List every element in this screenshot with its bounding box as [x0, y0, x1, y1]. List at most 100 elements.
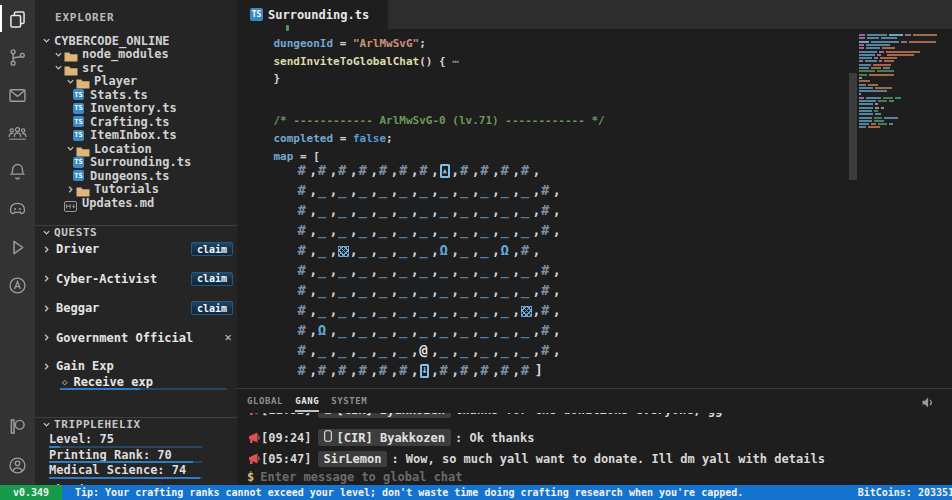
subquest-receive-exp[interactable]: ◇ Receive exp	[62, 375, 153, 389]
scrollbar-slider[interactable]	[849, 73, 857, 180]
activity-people-icon[interactable]	[0, 115, 35, 151]
claim-button[interactable]: claim	[191, 272, 233, 286]
tab-surrounding[interactable]: TS Surrounding.ts	[237, 0, 388, 29]
activity-mail-icon[interactable]	[0, 77, 35, 113]
sender-badge[interactable]: [CIR] Byakkozen	[318, 413, 451, 418]
activity-files-icon[interactable]	[0, 1, 35, 37]
chat-input[interactable]: $ Enter message to global chat	[247, 470, 463, 484]
quest-gain-exp[interactable]: Gain Exp	[35, 358, 237, 374]
version-badge[interactable]: v0.349	[0, 485, 62, 500]
minimap-segment	[878, 123, 887, 125]
map-door-up[interactable]: ▲	[440, 164, 450, 178]
tree-item-dungeons-ts[interactable]: TSDungeons.ts	[35, 169, 169, 183]
map-separator: ,	[532, 221, 540, 241]
chat-tab-gang[interactable]: GANG	[295, 396, 319, 412]
activity-play-icon[interactable]	[0, 229, 35, 265]
map-floor: _	[480, 321, 488, 341]
tree-item-tutorials[interactable]: Tutorials	[35, 183, 159, 197]
map-floor: _	[399, 341, 407, 361]
map-separator: ,	[492, 241, 500, 261]
claim-button[interactable]: claim	[191, 301, 233, 315]
claim-button[interactable]: claim	[191, 242, 233, 256]
map-wall: #	[298, 341, 306, 361]
map-floor: _	[480, 181, 488, 201]
stat-row: Level: 75	[49, 432, 114, 446]
bitcoins-counter: BitCoins: 203351	[858, 485, 952, 500]
map-cell: _,	[521, 281, 541, 301]
tree-item-node-modules[interactable]: node_modules	[35, 48, 169, 62]
activity-bell-icon[interactable]	[0, 153, 35, 189]
map-separator: ,	[431, 301, 439, 321]
map-cell: #,	[399, 161, 419, 181]
activity-appstore-icon[interactable]	[0, 267, 35, 303]
map-separator: ,	[329, 281, 337, 301]
quest-beggar[interactable]: Beggar claim	[35, 300, 237, 316]
map-floor: _	[480, 301, 488, 321]
map-cell: #,	[541, 181, 561, 201]
map-floor: _	[460, 261, 468, 281]
map-cell: #,	[541, 301, 561, 321]
tree-item-crafting-ts[interactable]: TSCrafting.ts	[35, 115, 169, 129]
map-row: #,_,_,_,_,_,@,_,_,_,_,_,#,	[298, 341, 562, 361]
code-token: "ArlMwSvG"	[353, 37, 419, 50]
activity-share-graph-icon[interactable]	[0, 39, 35, 75]
map-door-down[interactable]: ↓	[420, 364, 430, 378]
map-chest[interactable]	[338, 246, 349, 257]
tree-item-src[interactable]: src	[35, 61, 104, 75]
tree-item-player[interactable]: Player	[35, 75, 137, 89]
chat-tab-system[interactable]: SYSTEM	[331, 396, 367, 412]
code-token: completed	[274, 132, 334, 145]
sender-badge[interactable]: [CIR] Byakkozen	[318, 429, 451, 446]
minimap-line	[859, 77, 949, 79]
map-floor: _	[440, 321, 448, 341]
tree-item-inventory-ts[interactable]: TSInventory.ts	[35, 102, 177, 116]
close-icon[interactable]: ✕	[221, 330, 235, 344]
minimap-line	[859, 117, 949, 119]
minimap-segment	[879, 60, 882, 62]
map-separator: ,	[370, 221, 378, 241]
map-separator: ,	[451, 161, 459, 181]
activity-patreon-icon[interactable]	[0, 408, 35, 444]
map-enemy[interactable]: Ω	[318, 321, 326, 341]
map-floor: _	[440, 181, 448, 201]
minimap-segment	[905, 34, 911, 36]
app-window: EXPLORER CYBERCODE_ONLINEnode_modulessrc…	[0, 0, 952, 500]
minimap-segment	[859, 103, 873, 105]
code-editor[interactable]: dungeonId = "ArlMwSvG";sendInviteToGloba…	[237, 29, 952, 388]
map-wall: #	[521, 161, 529, 181]
tree-item-cybercode-online[interactable]: CYBERCODE_ONLINE	[35, 34, 170, 48]
typescript-file-icon: TS	[250, 8, 263, 21]
map-separator: ,	[512, 181, 520, 201]
map-floor: _	[521, 281, 529, 301]
chat-tab-global[interactable]: GLOBAL	[247, 396, 283, 412]
map-separator: ,	[390, 301, 398, 321]
chevron-down-icon	[40, 36, 52, 45]
map-separator: ,	[431, 361, 439, 381]
quests-header[interactable]: QUESTS	[35, 226, 97, 239]
map-cell: #,	[480, 161, 500, 181]
sender-badge[interactable]: SirLemon	[318, 451, 388, 467]
map-cell: _,	[460, 341, 480, 361]
activity-discord-icon[interactable]	[0, 191, 35, 227]
chat-message-list[interactable]: [11:52] [CIR] Byakkozen thanks for the d…	[237, 413, 952, 468]
map-floor: _	[521, 201, 529, 221]
quest-cyber-activist[interactable]: Cyber-Activist claim	[35, 271, 237, 287]
progress-fill	[49, 477, 200, 479]
map-separator: ,	[471, 301, 479, 321]
speaker-icon[interactable]	[920, 395, 935, 414]
activity-account-icon[interactable]	[0, 447, 35, 483]
tree-item-location[interactable]: Location	[35, 142, 152, 156]
map-enemy[interactable]: Ω	[500, 241, 508, 261]
tree-item-stats-ts[interactable]: TSStats.ts	[35, 88, 148, 102]
quest-government-official[interactable]: Government Official ✕	[35, 330, 237, 346]
map-floor: _	[460, 281, 468, 301]
tree-item-surrounding-ts[interactable]: TSSurrounding.ts	[35, 156, 191, 170]
map-floor: _	[358, 201, 366, 221]
tree-item-updates-md[interactable]: Updates.md	[35, 196, 154, 210]
minimap-segment	[859, 100, 876, 102]
stats-header[interactable]: TRIPPLEHELIX	[35, 418, 141, 431]
quest-driver[interactable]: Driver claim	[35, 241, 237, 257]
map-enemy[interactable]: Ω	[440, 241, 448, 261]
tree-item-iteminbox-ts[interactable]: TSItemInbox.ts	[35, 129, 177, 143]
map-chest[interactable]	[521, 306, 532, 317]
